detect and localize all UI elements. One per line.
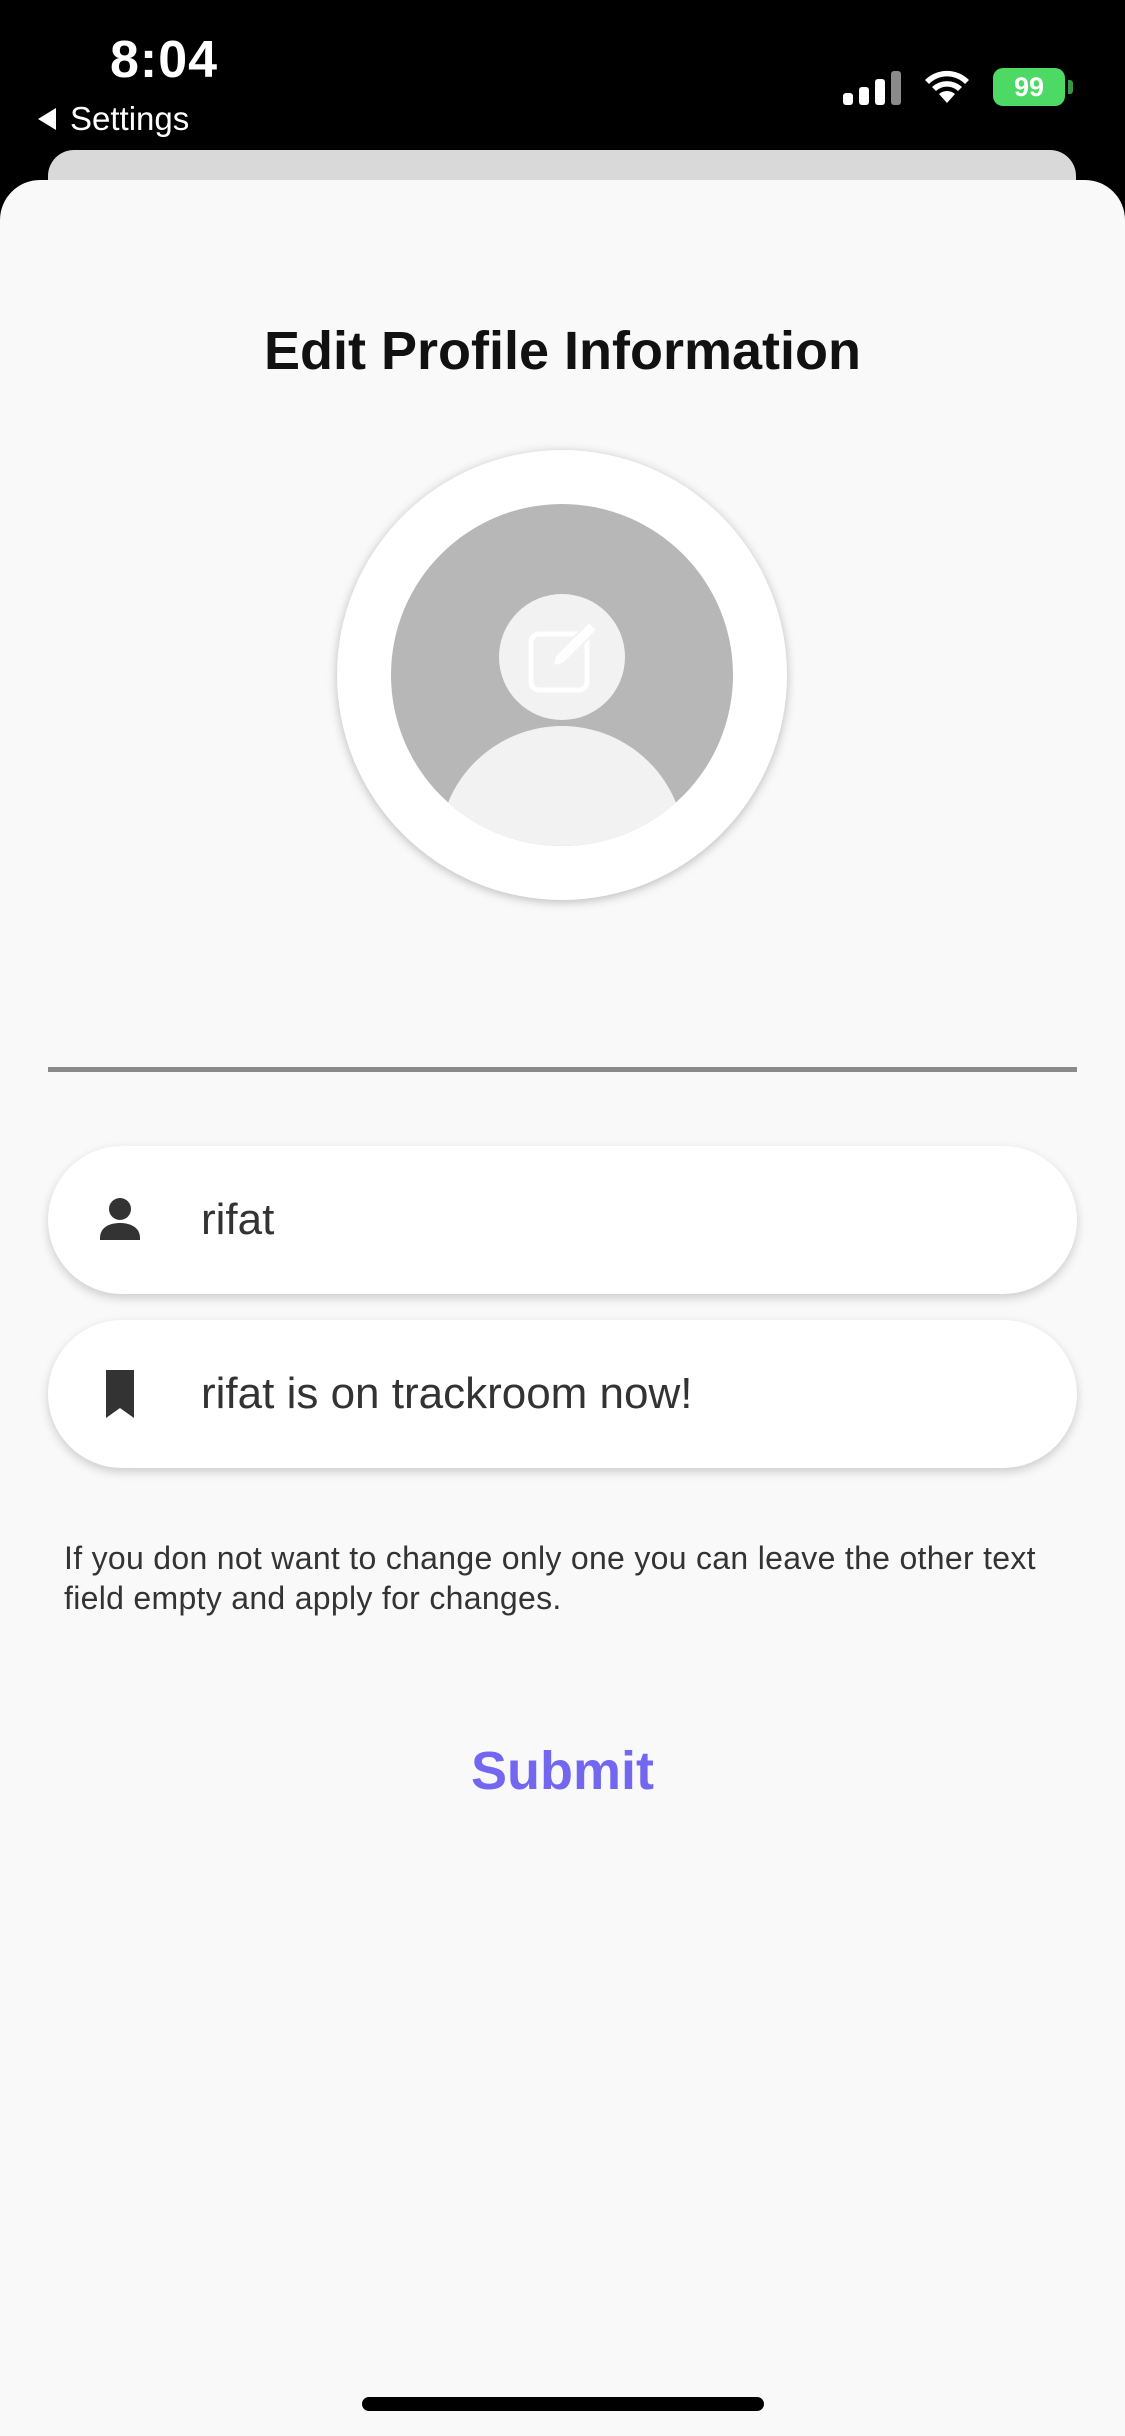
wifi-icon [925,70,969,103]
status-time: 8:04 [110,31,219,89]
hint-text: If you don not want to change only one y… [64,1540,1036,1616]
edit-profile-sheet: Edit Profile Information rifat rifat is … [0,180,1125,2436]
cellular-signal-icon [843,69,901,105]
status-message-value: rifat is on trackroom now! [201,1369,693,1418]
home-indicator[interactable] [362,2397,764,2411]
status-message-field[interactable]: rifat is on trackroom now! [48,1320,1077,1468]
back-to-settings-link[interactable]: Settings [38,100,189,138]
battery-icon: 99 [993,68,1073,106]
battery-level: 99 [1013,71,1045,102]
person-icon [100,1198,140,1240]
back-label: Settings [70,100,190,137]
page-title: Edit Profile Information [263,321,861,381]
bookmark-icon [106,1370,134,1418]
edit-icon [528,620,599,693]
avatar-placeholder [391,504,733,846]
avatar-picker[interactable] [337,450,787,900]
submit-button[interactable]: Submit [0,1740,1125,1802]
avatar-body [439,726,685,846]
screen: 8:04 Settings 99 Edit Profile Informatio… [0,0,1125,2436]
name-field[interactable]: rifat [48,1146,1077,1294]
section-divider [48,1067,1077,1072]
back-arrow-icon [38,108,56,130]
name-field-value: rifat [201,1195,275,1244]
status-indicators: 99 [843,68,1073,106]
